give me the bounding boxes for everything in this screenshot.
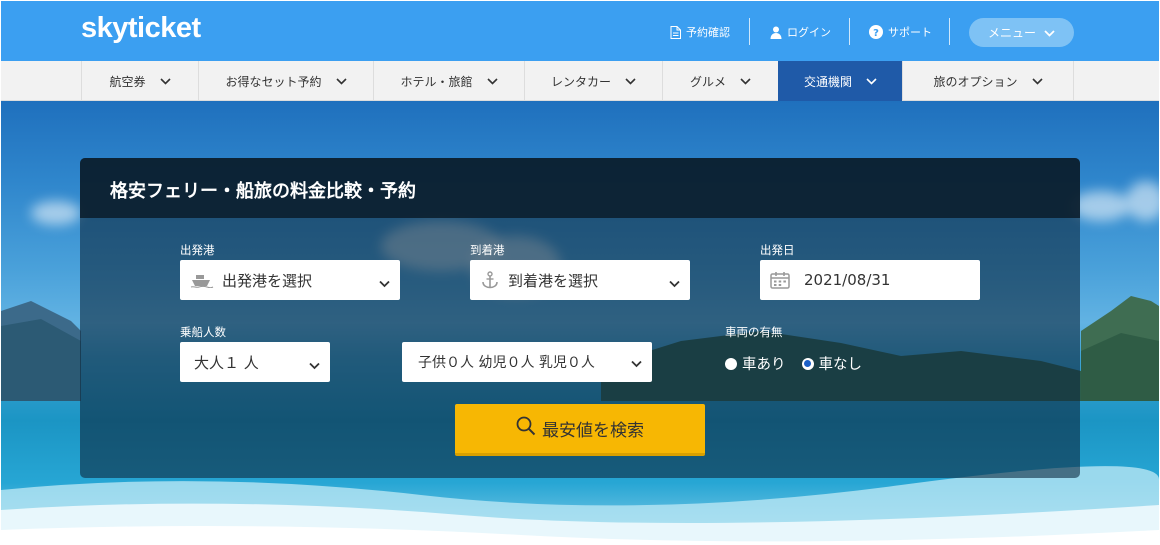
- menu-label: メニュー: [987, 26, 1036, 40]
- chevron-down-icon: [740, 74, 751, 88]
- departure-date-label: 出発日: [760, 243, 795, 257]
- chevron-down-icon: [159, 74, 171, 88]
- departure-port-label: 出発港: [180, 243, 215, 257]
- document-icon: [670, 25, 681, 39]
- chevron-down-icon: [866, 74, 877, 88]
- vehicle-no-radio[interactable]: [801, 357, 814, 370]
- nav-item-set-deals[interactable]: お得なセット予約: [198, 61, 373, 101]
- nav-item-label: 旅のオプション: [933, 74, 1018, 89]
- nav-item-travel-options[interactable]: 旅のオプション: [902, 61, 1074, 101]
- arrival-port-placeholder: 到着港を選択: [508, 271, 599, 290]
- arrival-port-label: 到着港: [470, 243, 505, 257]
- children-infants-select[interactable]: 子供０人 幼児０人 乳児０人: [402, 342, 652, 382]
- nav-item-label: お得なセット予約: [225, 74, 322, 89]
- login-link[interactable]: ログイン: [770, 23, 831, 41]
- nav-item-hotels[interactable]: ホテル・旅館: [373, 61, 524, 101]
- user-icon: [770, 26, 782, 39]
- support-label: サポート: [888, 26, 932, 39]
- passengers-label: 乗船人数: [180, 325, 226, 339]
- vehicle-yes-label: 車あり: [742, 357, 786, 373]
- chevron-down-icon: [669, 274, 680, 292]
- nav-item-label: 交通機関: [803, 74, 852, 89]
- adults-value: 大人１ 人: [194, 353, 259, 372]
- departure-date-value: 2021/08/31: [804, 271, 891, 289]
- reservation-check-label: 予約確認: [686, 26, 730, 39]
- chevron-down-icon: [486, 74, 498, 88]
- svg-text:?: ?: [873, 28, 879, 39]
- login-label: ログイン: [787, 26, 831, 39]
- nav-item-gourmet[interactable]: グルメ: [662, 61, 778, 101]
- reservation-check-link[interactable]: 予約確認: [670, 23, 730, 41]
- vehicle-no-label: 車なし: [818, 357, 863, 373]
- ship-icon: [190, 272, 214, 288]
- cloud: [31, 201, 81, 225]
- site-logo[interactable]: skyticket: [81, 12, 201, 45]
- chevron-down-icon: [1044, 26, 1055, 40]
- panel-header: 格安フェリー・船旅の料金比較・予約: [80, 158, 1080, 218]
- nav-item-rental-car[interactable]: レンタカー: [524, 61, 662, 101]
- top-header: skyticket 予約確認 ログイン ? サポート メニュー: [1, 1, 1159, 61]
- chevron-down-icon: [335, 74, 347, 88]
- departure-date-input[interactable]: 2021/08/31: [760, 260, 980, 300]
- cloud: [1071, 191, 1131, 221]
- search-button[interactable]: 最安値を検索: [455, 404, 705, 456]
- vehicle-label: 車両の有無: [725, 325, 783, 339]
- menu-button[interactable]: メニュー: [969, 18, 1074, 47]
- chevron-down-icon: [1031, 74, 1043, 88]
- vehicle-radio-group: 車あり 車なし: [725, 353, 878, 374]
- vehicle-yes-radio[interactable]: [725, 357, 737, 370]
- chevron-down-icon: [309, 356, 320, 374]
- anchor-icon: [480, 271, 500, 289]
- calendar-icon: [770, 271, 790, 289]
- chevron-down-icon: [625, 74, 636, 88]
- nav-item-label: ホテル・旅館: [400, 74, 473, 89]
- main-nav: 航空券 お得なセット予約 ホテル・旅館 レンタカー グルメ 交通機関 旅のオプシ…: [1, 61, 1159, 101]
- nav-item-transportation[interactable]: 交通機関: [778, 61, 902, 101]
- departure-port-select[interactable]: 出発港を選択: [180, 260, 400, 300]
- nav-item-label: 航空券: [109, 74, 146, 89]
- page-title: 格安フェリー・船旅の料金比較・予約: [110, 181, 416, 202]
- nav-item-label: グルメ: [689, 74, 726, 89]
- vehicle-no-option[interactable]: 車なし: [801, 353, 863, 374]
- nav-item-flights[interactable]: 航空券: [81, 61, 198, 101]
- children-infants-value: 子供０人 幼児０人 乳児０人: [418, 355, 595, 371]
- adults-select[interactable]: 大人１ 人: [180, 342, 330, 382]
- help-icon: ?: [869, 25, 883, 39]
- chevron-down-icon: [631, 356, 642, 372]
- search-icon: [516, 416, 536, 441]
- arrival-port-select[interactable]: 到着港を選択: [470, 260, 690, 300]
- departure-port-placeholder: 出発港を選択: [222, 271, 313, 290]
- search-button-label: 最安値を検索: [542, 421, 644, 441]
- divider: [949, 18, 950, 45]
- nav-item-label: レンタカー: [550, 74, 611, 89]
- divider: [849, 18, 850, 45]
- vehicle-yes-option[interactable]: 車あり: [725, 353, 786, 374]
- support-link[interactable]: ? サポート: [869, 23, 932, 41]
- chevron-down-icon: [379, 274, 390, 292]
- divider: [749, 18, 750, 45]
- cloud: [1126, 181, 1159, 221]
